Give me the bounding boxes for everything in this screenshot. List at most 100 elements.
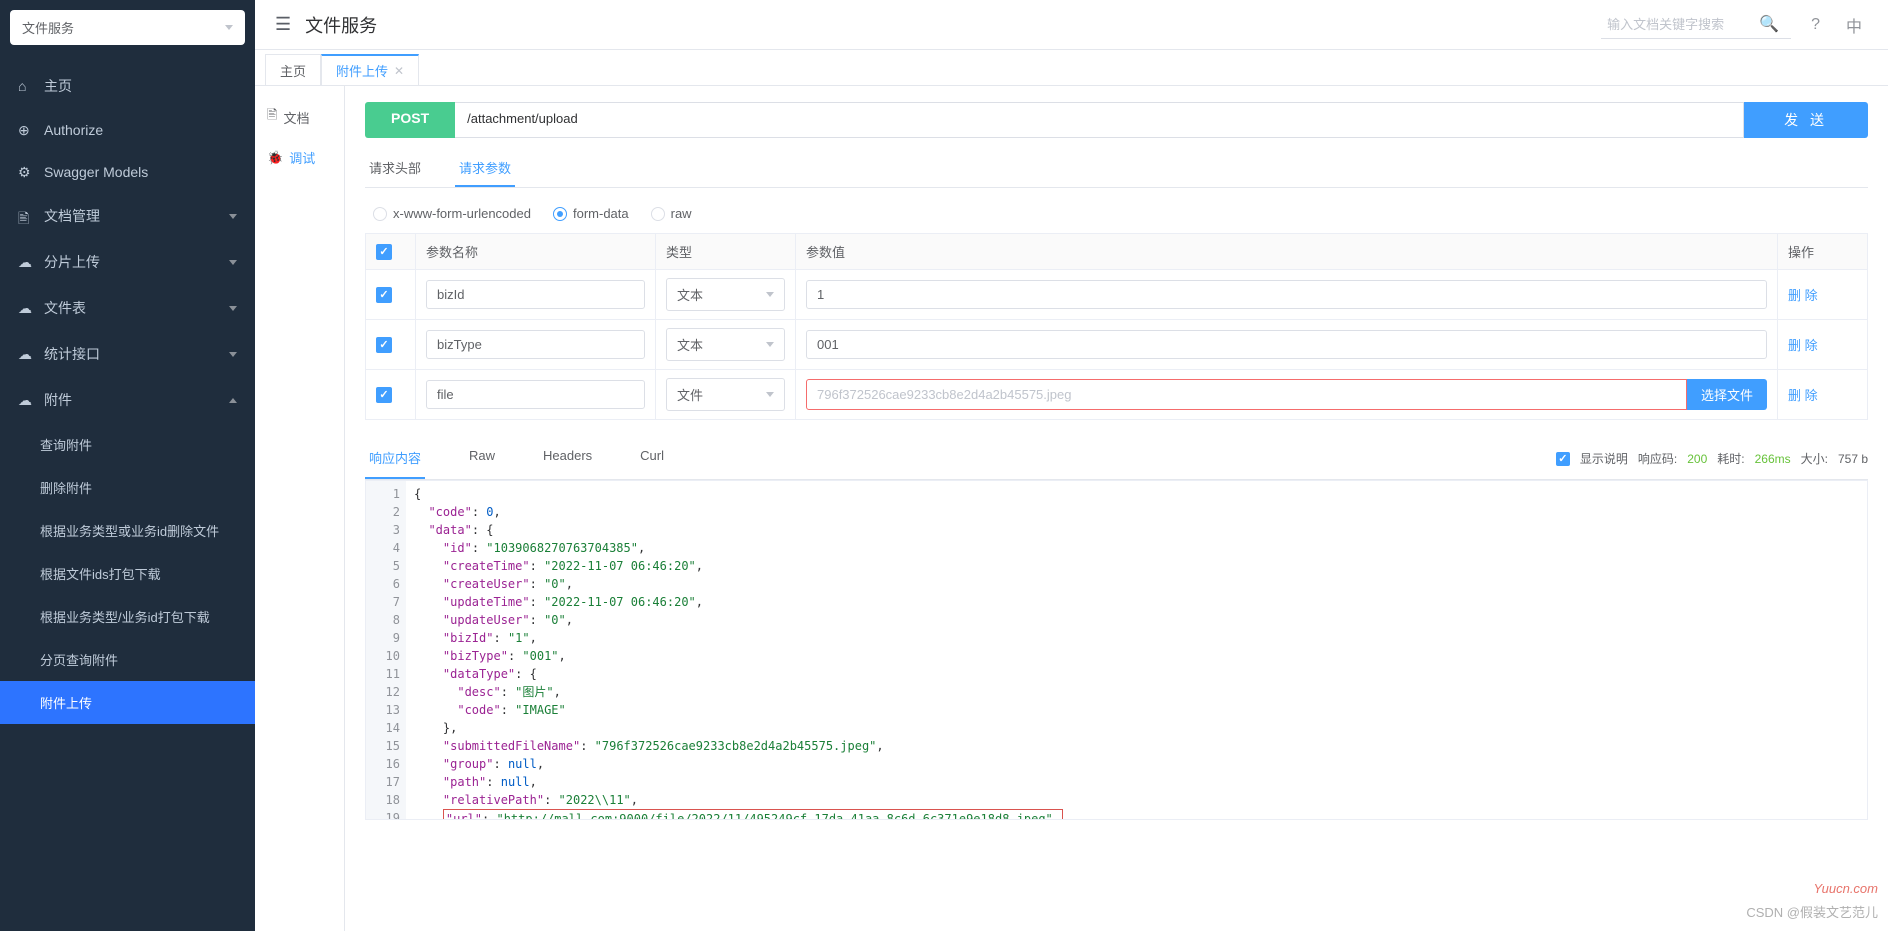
- help-icon[interactable]: ?: [1805, 16, 1826, 34]
- tab-label: 主页: [280, 61, 306, 80]
- sidebar-child-pack-biz[interactable]: 根据业务类型/业务id打包下载: [0, 595, 255, 638]
- radio-urlencoded[interactable]: x-www-form-urlencoded: [373, 206, 531, 221]
- param-type-select[interactable]: 文件: [666, 378, 785, 411]
- sidebar-child-query[interactable]: 查询附件: [0, 423, 255, 466]
- request-url[interactable]: /attachment/upload: [455, 102, 1744, 138]
- sidebar-item-attachment[interactable]: ☁ 附件: [0, 377, 255, 423]
- lang-button[interactable]: 中: [1840, 13, 1868, 37]
- sidebar: 文件服务 ⌂主页 ⊕ Authorize ⚙Swagger Models 🖹文档管…: [0, 0, 255, 931]
- sidebar-item-doc-manage[interactable]: 🖹文档管理: [0, 193, 255, 239]
- topbar: ☰ 文件服务 🔍 ? 中: [255, 0, 1888, 50]
- params-table: 参数名称 类型 参数值 操作 文本 删 除: [365, 233, 1868, 420]
- label: Swagger Models: [44, 164, 148, 180]
- status-code: 200: [1687, 452, 1707, 466]
- subnav-debug[interactable]: 🐞 调试: [255, 138, 344, 177]
- choose-file-button[interactable]: 选择文件: [1687, 379, 1767, 410]
- label: Authorize: [44, 122, 103, 138]
- subtab-params[interactable]: 请求参数: [455, 150, 515, 187]
- label: 文本: [677, 285, 703, 304]
- show-desc-checkbox[interactable]: [1556, 452, 1570, 466]
- service-select-label: 文件服务: [22, 18, 74, 37]
- col-action: 操作: [1778, 234, 1868, 270]
- row-checkbox[interactable]: [376, 387, 392, 403]
- cloud-icon: ☁: [18, 392, 34, 408]
- tab-attachment-upload[interactable]: 附件上传 ✕: [321, 54, 419, 85]
- send-button[interactable]: 发 送: [1744, 102, 1868, 138]
- table-row: 文本 删 除: [366, 320, 1868, 370]
- response-tabs: 响应内容 Raw Headers Curl 显示说明 响应码:200 耗时:26…: [365, 438, 1868, 480]
- radio-raw[interactable]: raw: [651, 206, 692, 221]
- resptab-raw[interactable]: Raw: [465, 438, 499, 479]
- chevron-down-icon: [766, 392, 774, 397]
- chevron-down-icon: [766, 342, 774, 347]
- resptab-headers[interactable]: Headers: [539, 438, 596, 479]
- delete-button[interactable]: 删 除: [1788, 338, 1818, 353]
- param-name-input[interactable]: [426, 280, 645, 309]
- row-checkbox[interactable]: [376, 337, 392, 353]
- page-title: 文件服务: [305, 12, 377, 38]
- cloud-icon: ☁: [18, 254, 34, 270]
- sidebar-child-delete-by-biz[interactable]: 根据业务类型或业务id删除文件: [0, 509, 255, 552]
- radio-icon: [651, 207, 665, 221]
- param-value-input[interactable]: [806, 330, 1767, 359]
- sidebar-child-pack-ids[interactable]: 根据文件ids打包下载: [0, 552, 255, 595]
- subnav-doc[interactable]: 🖹 文档: [255, 96, 344, 138]
- auth-icon: ⊕: [18, 122, 34, 138]
- search-box[interactable]: 🔍: [1601, 10, 1791, 39]
- sidebar-item-swagger[interactable]: ⚙Swagger Models: [0, 151, 255, 193]
- code-content: { "code": 0, "data": { "id": "1039068270…: [406, 481, 1071, 819]
- label: 文件表: [44, 298, 86, 318]
- request-subtabs: 请求头部 请求参数: [365, 150, 1868, 188]
- label: x-www-form-urlencoded: [393, 206, 531, 221]
- checkbox-all[interactable]: [376, 244, 392, 260]
- search-input[interactable]: [1607, 17, 1747, 32]
- file-value-input[interactable]: [806, 379, 1687, 410]
- chevron-down-icon: [229, 306, 237, 311]
- sidebar-child-delete[interactable]: 删除附件: [0, 466, 255, 509]
- response-body[interactable]: 1234567891011121314151617181920212223242…: [365, 480, 1868, 820]
- radio-formdata[interactable]: form-data: [553, 206, 629, 221]
- close-icon[interactable]: ✕: [394, 64, 404, 78]
- label: raw: [671, 206, 692, 221]
- param-name-input[interactable]: [426, 380, 645, 409]
- sidebar-item-authorize[interactable]: ⊕ Authorize: [0, 109, 255, 151]
- param-value-input[interactable]: [806, 280, 1767, 309]
- label: 主页: [44, 76, 72, 96]
- menu-toggle-icon[interactable]: ☰: [275, 14, 291, 35]
- param-type-select[interactable]: 文本: [666, 278, 785, 311]
- search-icon[interactable]: 🔍: [1753, 14, 1785, 34]
- param-name-input[interactable]: [426, 330, 645, 359]
- param-type-select[interactable]: 文本: [666, 328, 785, 361]
- tab-home[interactable]: 主页: [265, 54, 321, 85]
- response-status: 显示说明 响应码:200 耗时:266ms 大小:757 b: [1556, 438, 1868, 479]
- delete-button[interactable]: 删 除: [1788, 288, 1818, 303]
- sidebar-item-home[interactable]: ⌂主页: [0, 63, 255, 109]
- label: 调试: [289, 148, 315, 167]
- row-checkbox[interactable]: [376, 287, 392, 303]
- resptab-content[interactable]: 响应内容: [365, 438, 425, 479]
- label: 统计接口: [44, 344, 100, 364]
- label: 大小:: [1801, 450, 1828, 467]
- col-type: 类型: [656, 234, 796, 270]
- subtab-headers[interactable]: 请求头部: [365, 150, 425, 187]
- sidebar-child-upload[interactable]: 附件上传: [0, 681, 255, 724]
- table-header-row: 参数名称 类型 参数值 操作: [366, 234, 1868, 270]
- table-row: 文件 选择文件 删 除: [366, 370, 1868, 420]
- sidebar-item-stats[interactable]: ☁ 统计接口: [0, 331, 255, 377]
- cloud-icon: ☁: [18, 346, 34, 362]
- sidebar-item-chunk-upload[interactable]: ☁分片上传: [0, 239, 255, 285]
- radio-icon: [373, 207, 387, 221]
- sidebar-child-page-query[interactable]: 分页查询附件: [0, 638, 255, 681]
- body-type-radios: x-www-form-urlencoded form-data raw: [365, 200, 1868, 233]
- label: 附件: [44, 390, 72, 410]
- label: 文档: [283, 108, 309, 127]
- delete-button[interactable]: 删 除: [1788, 388, 1818, 403]
- tab-label: 附件上传: [336, 61, 388, 80]
- bug-icon: 🐞: [267, 150, 283, 166]
- resptab-curl[interactable]: Curl: [636, 438, 668, 479]
- sidebar-item-file-table[interactable]: ☁文件表: [0, 285, 255, 331]
- line-gutter: 1234567891011121314151617181920212223242…: [366, 481, 406, 819]
- service-select[interactable]: 文件服务: [10, 10, 245, 45]
- label: 显示说明: [1580, 450, 1628, 467]
- doc-icon: 🖹: [267, 106, 277, 128]
